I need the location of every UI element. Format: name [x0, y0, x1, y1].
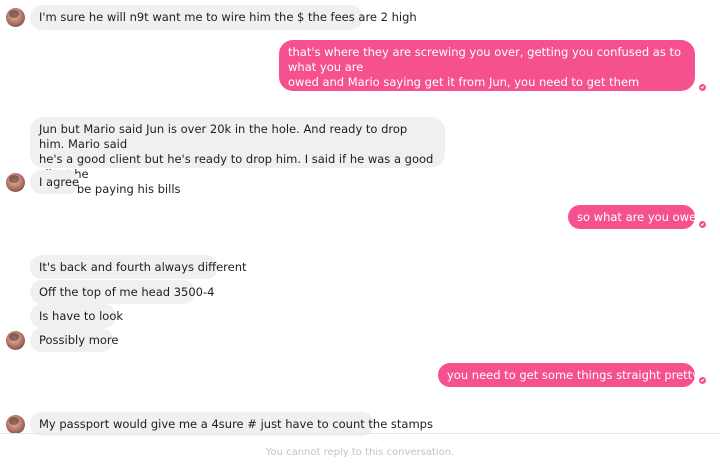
- message-line: he's a good client but he's ready to dro…: [39, 152, 434, 181]
- incoming-message: It's back and fourth always different: [30, 255, 247, 279]
- seen-indicator-icon: [699, 377, 706, 384]
- incoming-message: Jun but Mario said Jun is over 20k in th…: [30, 117, 445, 196]
- reply-disabled-notice: You cannot reply to this conversation.: [265, 447, 455, 458]
- message-text: I'm sure he will n9t want me to wire him…: [39, 10, 417, 24]
- incoming-message: I agree: [30, 170, 79, 194]
- outgoing-message: you need to get some things straight pre…: [438, 363, 720, 387]
- message-line: owed and Mario saying get it from Jun, y…: [288, 75, 640, 104]
- message-line: would be paying his bills: [39, 182, 181, 196]
- message-text: you need to get some things straight pre…: [447, 368, 720, 382]
- message-text: so what are you owed?: [577, 210, 710, 224]
- composer-divider: [0, 433, 720, 434]
- outgoing-message: that's where they are screwing you over,…: [279, 40, 695, 119]
- message-text: My passport would give me a 4sure # just…: [39, 417, 433, 431]
- message-text: Possibly more: [39, 333, 119, 347]
- seen-indicator-icon: [699, 84, 706, 91]
- message-line: that's where they are screwing you over,…: [288, 45, 682, 74]
- message-text: Is have to look: [39, 309, 124, 323]
- seen-indicator-icon: [699, 221, 706, 228]
- incoming-message: Possibly more: [30, 328, 118, 352]
- message-line: Jun but Mario said Jun is over 20k in th…: [39, 122, 408, 151]
- contact-avatar[interactable]: [6, 415, 25, 434]
- incoming-message: Is have to look: [30, 304, 123, 328]
- message-text: It's back and fourth always different: [39, 260, 247, 274]
- incoming-message: I'm sure he will n9t want me to wire him…: [30, 5, 417, 30]
- outgoing-message: so what are you owed?: [568, 205, 710, 229]
- incoming-message: Off the top of me head 3500-4: [30, 280, 214, 304]
- message-text: Off the top of me head 3500-4: [39, 285, 215, 299]
- message-text: I agree: [39, 175, 80, 189]
- contact-avatar[interactable]: [6, 331, 25, 350]
- contact-avatar[interactable]: [6, 173, 25, 192]
- contact-avatar[interactable]: [6, 8, 25, 27]
